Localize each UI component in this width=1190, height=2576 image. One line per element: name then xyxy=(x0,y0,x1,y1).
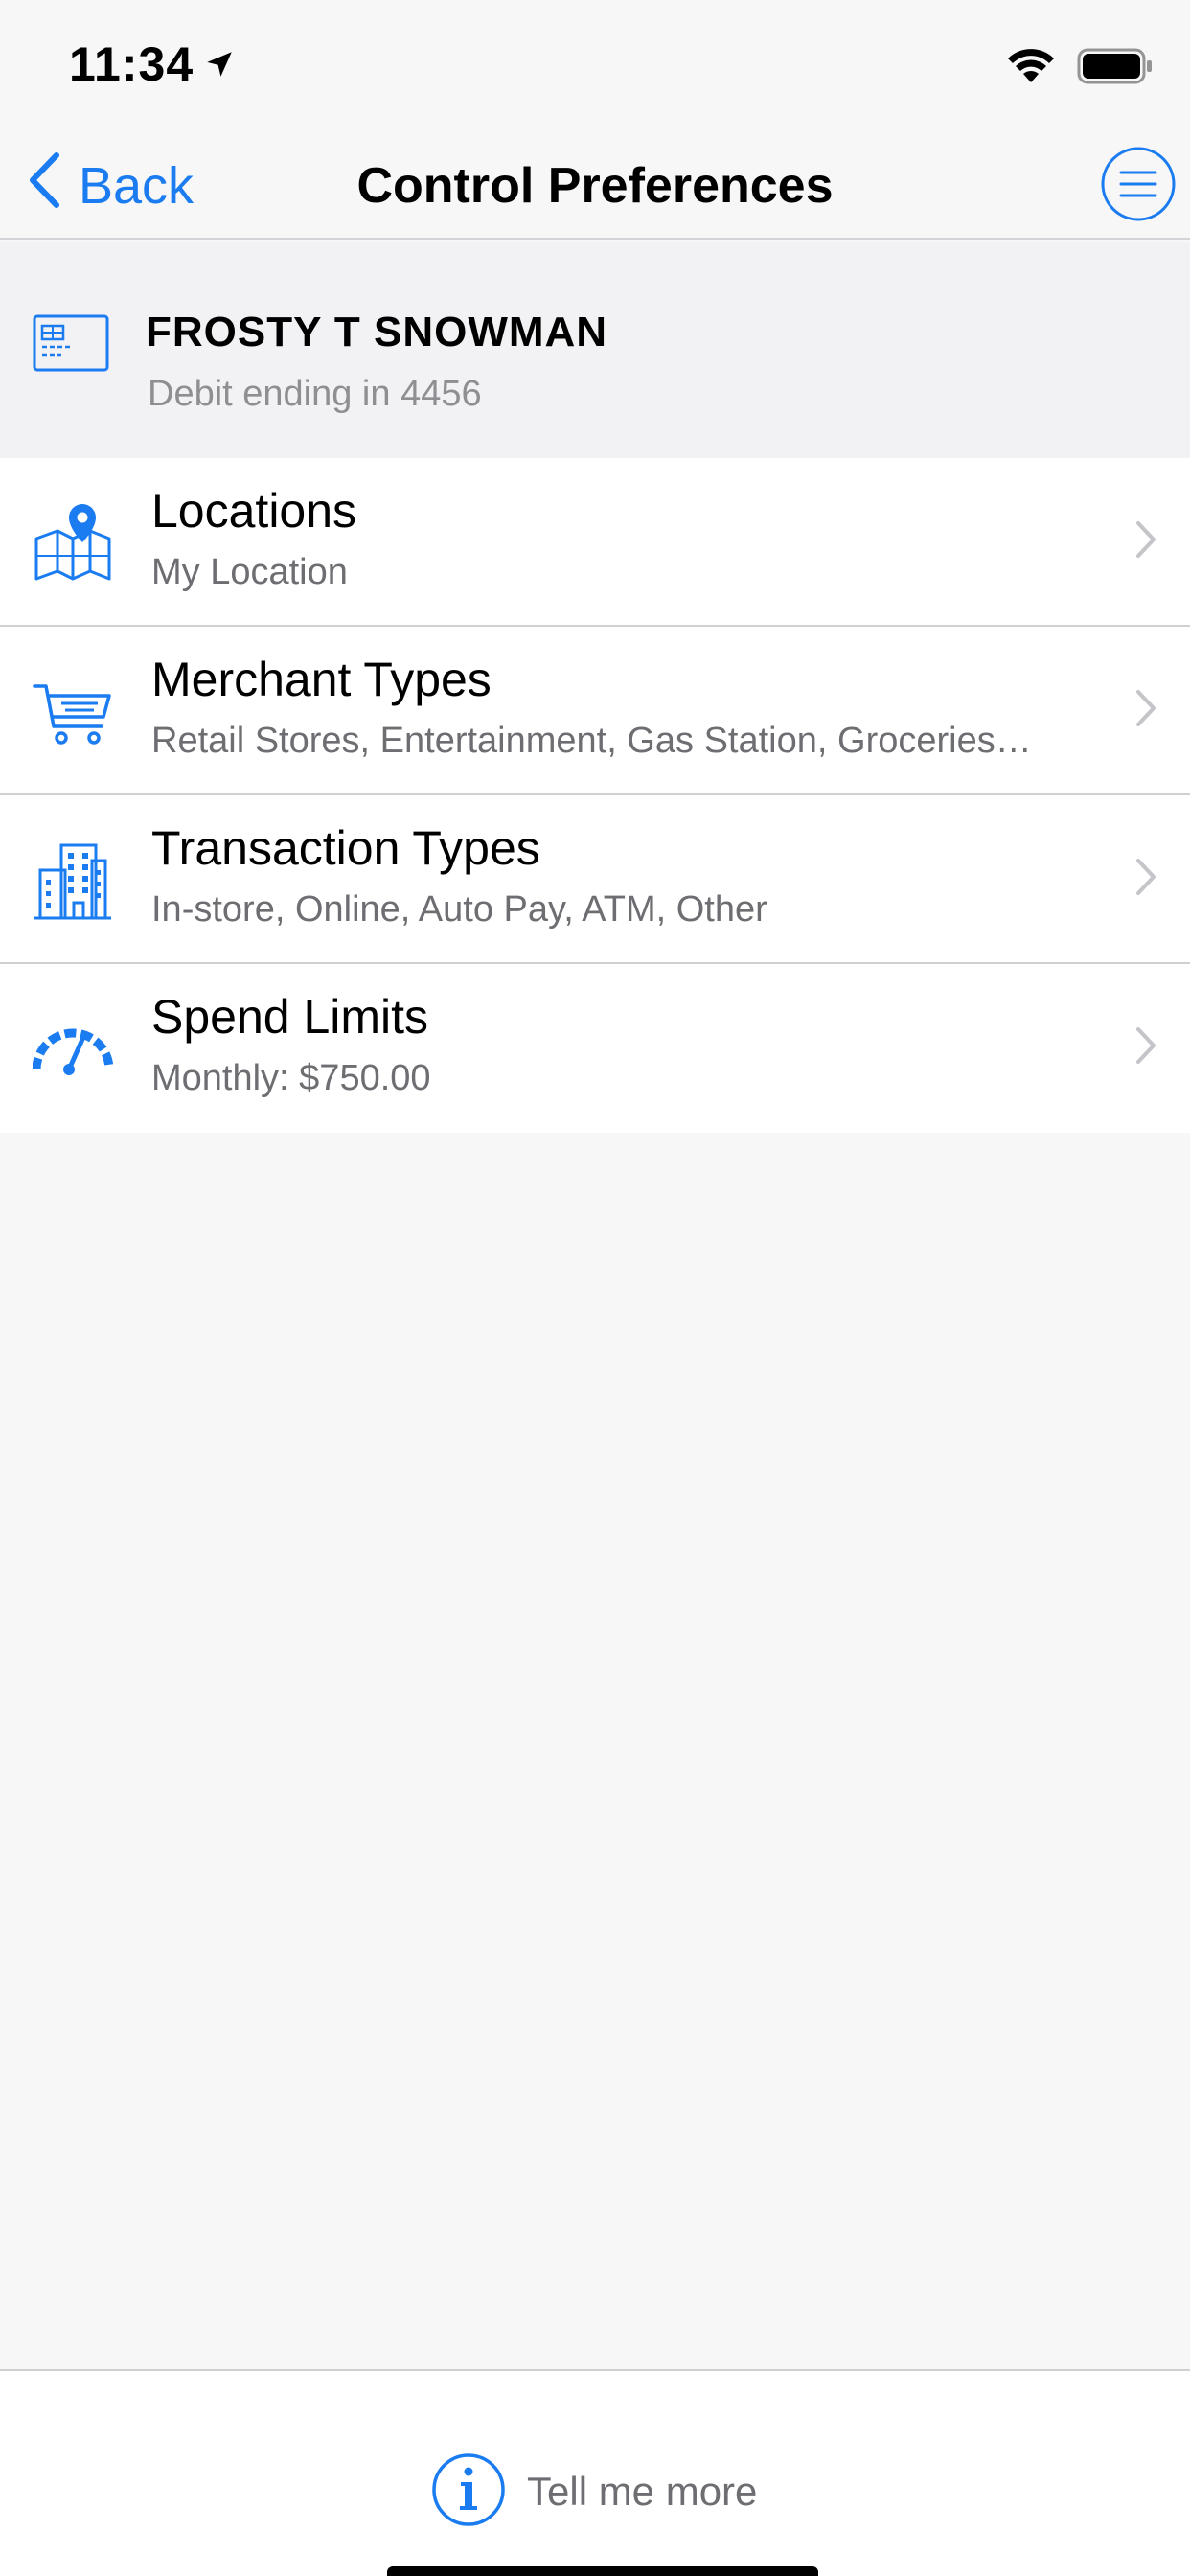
status-bar: 11:34 xyxy=(0,0,1190,132)
chevron-right-icon xyxy=(1134,519,1157,564)
list-item-title: Locations xyxy=(151,484,357,538)
list-item-merchant-types[interactable]: Merchant Types Retail Stores, Entertainm… xyxy=(0,627,1190,795)
buildings-icon xyxy=(33,838,113,922)
shopping-cart-icon xyxy=(33,669,113,753)
home-indicator xyxy=(387,2566,818,2576)
list-item-title: Transaction Types xyxy=(151,821,540,875)
chevron-right-icon xyxy=(1134,1025,1157,1070)
tell-me-more-button[interactable]: Tell me more xyxy=(431,2452,758,2532)
list-item-spend-limits[interactable]: Spend Limits Monthly: $750.00 xyxy=(0,964,1190,1133)
cardholder-name: FROSTY T SNOWMAN xyxy=(146,309,608,356)
info-icon xyxy=(431,2452,506,2532)
list-item-title: Spend Limits xyxy=(151,990,429,1044)
status-indicators xyxy=(1006,48,1154,89)
list-item-subtitle: In-store, Online, Auto Pay, ATM, Other xyxy=(151,889,767,930)
hamburger-menu-icon[interactable] xyxy=(1100,146,1177,222)
credit-card-icon xyxy=(33,314,109,379)
back-button-label: Back xyxy=(79,157,195,215)
wifi-icon xyxy=(1006,48,1056,89)
chevron-left-icon xyxy=(27,150,61,222)
map-pin-icon xyxy=(33,500,113,585)
list-item-subtitle: My Location xyxy=(151,552,348,592)
battery-icon xyxy=(1077,48,1154,89)
chevron-right-icon xyxy=(1134,688,1157,733)
navigation-bar: Back Control Preferences xyxy=(0,132,1190,240)
chevron-right-icon xyxy=(1134,857,1157,902)
list-item-subtitle: Monthly: $750.00 xyxy=(151,1058,431,1098)
list-item-title: Merchant Types xyxy=(151,653,492,706)
card-header: FROSTY T SNOWMAN Debit ending in 4456 xyxy=(0,242,1190,458)
back-button[interactable]: Back xyxy=(27,150,194,222)
card-description: Debit ending in 4456 xyxy=(148,374,482,414)
footer: Tell me more xyxy=(0,2369,1190,2576)
tell-me-more-label: Tell me more xyxy=(527,2469,758,2514)
location-arrow-icon xyxy=(203,36,236,92)
preferences-list: Locations My Location Merchant Types Ret… xyxy=(0,458,1190,1133)
speedometer-icon xyxy=(32,1006,114,1091)
list-item-locations[interactable]: Locations My Location xyxy=(0,458,1190,627)
list-item-subtitle: Retail Stores, Entertainment, Gas Statio… xyxy=(151,721,1032,761)
list-item-transaction-types[interactable]: Transaction Types In-store, Online, Auto… xyxy=(0,795,1190,964)
status-time: 11:34 xyxy=(69,36,236,92)
status-time-text: 11:34 xyxy=(69,37,195,91)
